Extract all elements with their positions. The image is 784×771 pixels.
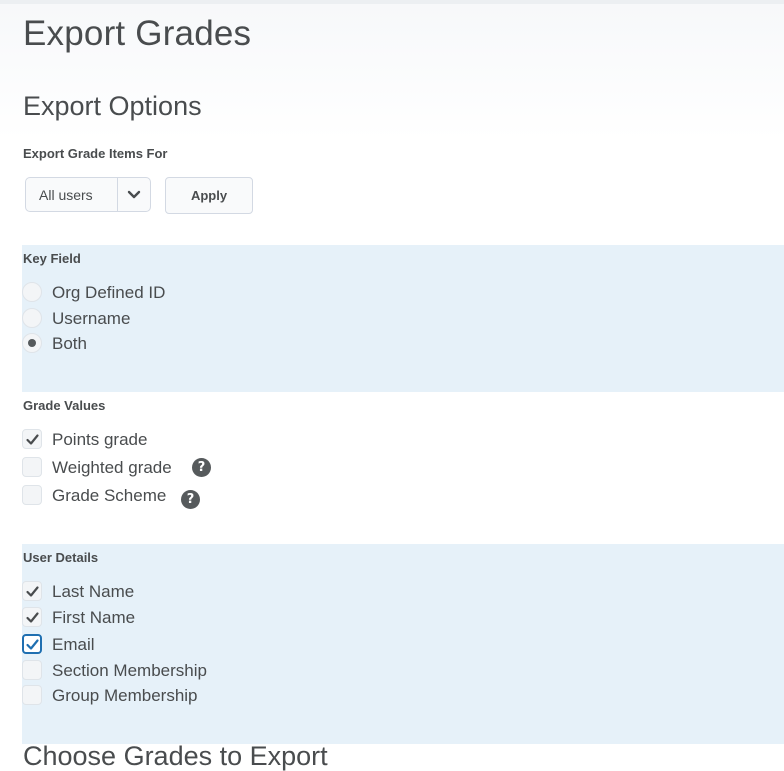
key-field-label: Key Field xyxy=(23,251,81,266)
checkmark-icon xyxy=(26,612,39,623)
checkbox-email[interactable] xyxy=(22,634,42,654)
checkbox-last-name[interactable] xyxy=(22,581,42,601)
checkbox-grade-scheme[interactable] xyxy=(22,485,42,505)
radio-org-defined-id[interactable] xyxy=(22,282,42,302)
top-edge xyxy=(0,0,784,4)
option-label: Email xyxy=(52,635,95,654)
grade-values-label: Grade Values xyxy=(23,398,106,413)
checkbox-first-name[interactable] xyxy=(22,607,42,627)
help-circle-icon[interactable]: ? xyxy=(181,490,200,509)
users-select[interactable]: All users xyxy=(25,177,151,212)
checkbox-weighted-grade[interactable] xyxy=(22,457,42,477)
option-label: Group Membership xyxy=(52,686,198,705)
next-section-heading: Choose Grades to Export xyxy=(23,741,328,771)
key-field-panel xyxy=(22,245,784,392)
option-label: Section Membership xyxy=(52,661,207,680)
option-label: Both xyxy=(52,334,87,353)
help-circle-icon[interactable]: ? xyxy=(192,458,211,477)
export-options-heading: Export Options xyxy=(23,91,202,121)
radio-both[interactable] xyxy=(22,333,42,353)
checkmark-icon xyxy=(26,434,39,445)
select-divider xyxy=(117,178,118,211)
chevron-down-icon xyxy=(127,190,141,199)
apply-button[interactable]: Apply xyxy=(165,177,253,214)
option-label: Username xyxy=(52,309,131,328)
option-label: Org Defined ID xyxy=(52,283,166,302)
option-label: Grade Scheme xyxy=(52,486,167,505)
user-details-panel xyxy=(22,544,784,744)
option-label: Points grade xyxy=(52,430,148,449)
checkbox-group-membership[interactable] xyxy=(22,685,42,705)
users-select-value: All users xyxy=(39,187,93,203)
radio-username[interactable] xyxy=(22,308,42,328)
checkmark-icon xyxy=(26,586,39,597)
option-label: Last Name xyxy=(52,582,135,601)
option-label: First Name xyxy=(52,608,136,627)
export-grade-items-label: Export Grade Items For xyxy=(23,146,168,161)
checkbox-points-grade[interactable] xyxy=(22,429,42,449)
page-title: Export Grades xyxy=(23,14,252,53)
option-label: Weighted grade xyxy=(52,458,172,477)
checkmark-icon xyxy=(26,639,39,650)
checkbox-section-membership[interactable] xyxy=(22,660,42,680)
user-details-label: User Details xyxy=(23,550,99,565)
